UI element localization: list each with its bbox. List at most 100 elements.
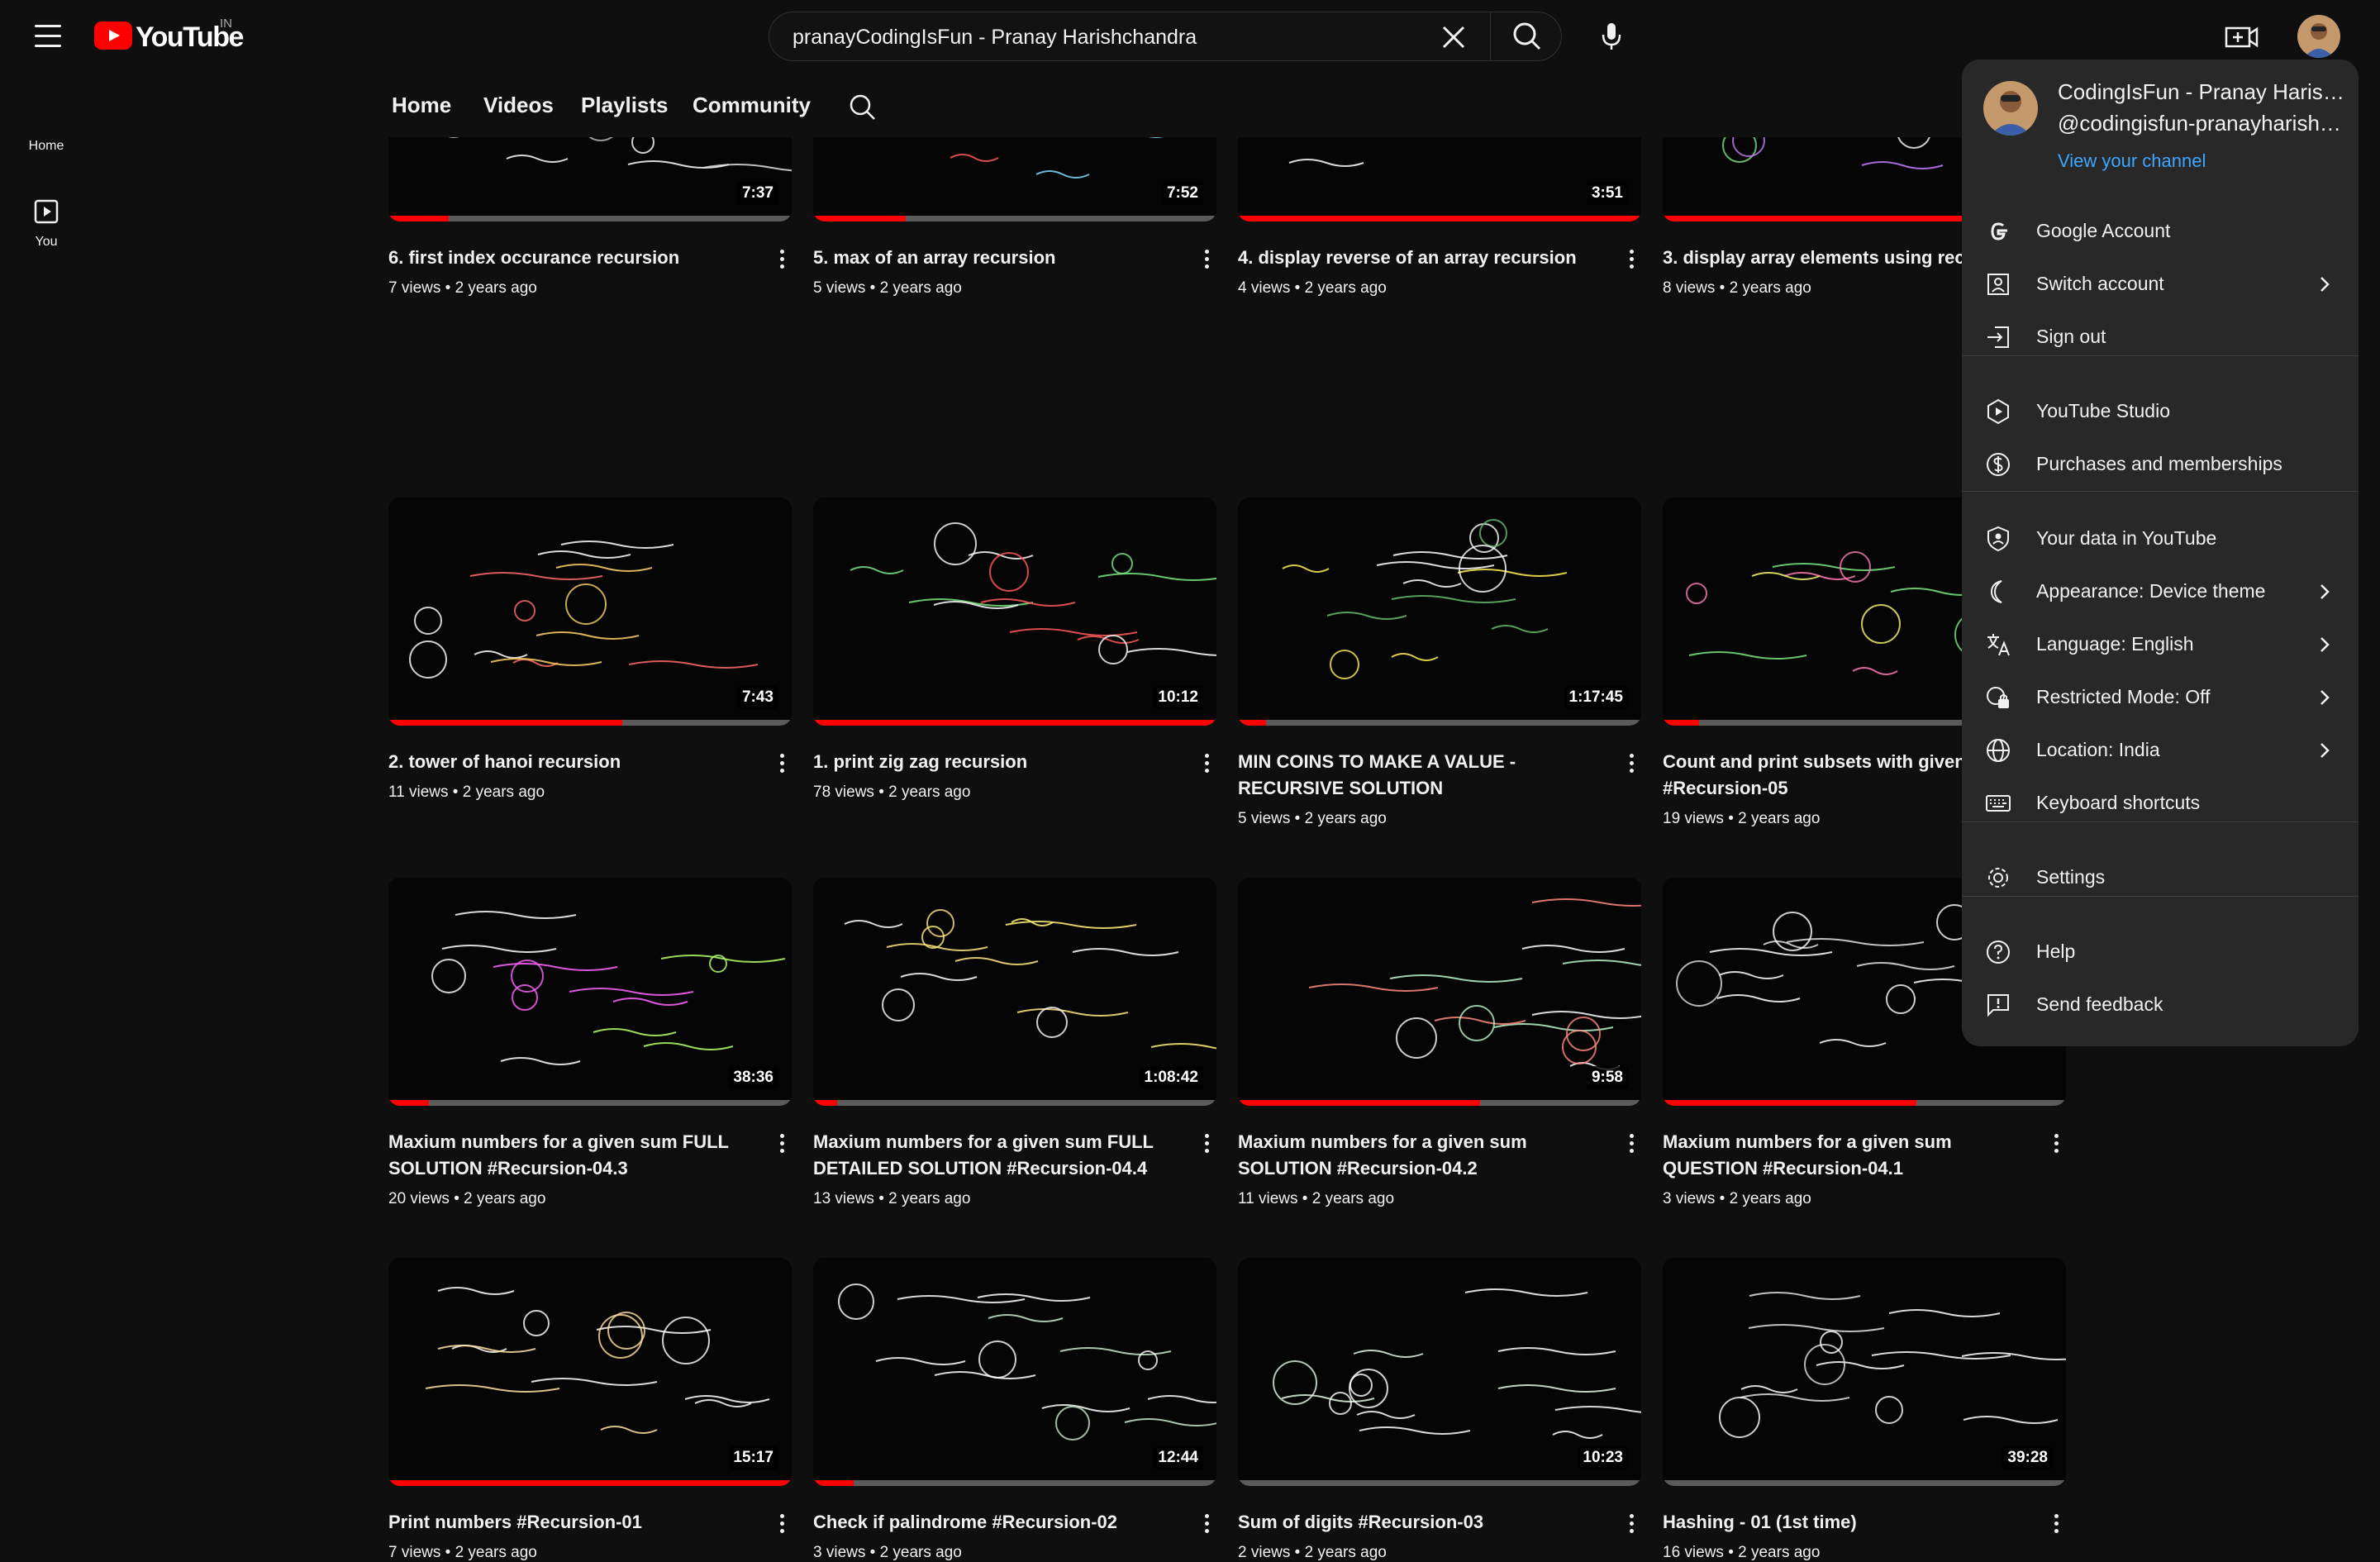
view-channel-link[interactable]: View your channel (2058, 150, 2206, 172)
tab-videos[interactable]: Videos (483, 93, 554, 118)
video-thumbnail[interactable]: 38:36 (388, 878, 792, 1106)
create-video-icon (2225, 26, 2259, 48)
watch-progress-fill (813, 720, 1216, 726)
meta-separator: • (1715, 279, 1730, 297)
guide-menu-button[interactable] (25, 18, 71, 55)
video-thumbnail[interactable]: 12:44 (813, 1258, 1216, 1486)
video-options-button[interactable] (1621, 1509, 1641, 1539)
meta-separator: • (865, 279, 880, 297)
video-options-button[interactable] (1621, 1129, 1641, 1159)
video-title[interactable]: 2. tower of hanoi recursion (388, 749, 752, 775)
voice-search-button[interactable] (1587, 12, 1636, 61)
video-metadata: 20 views • 2 years ago (388, 1190, 545, 1208)
video-title[interactable]: 5. max of an array recursion (813, 245, 1177, 271)
menu-item-your-data-in-youtube[interactable]: Your data in YouTube (1962, 512, 2359, 565)
view-count: 13 views (813, 1190, 874, 1207)
account-name: CodingIsFun - Pranay Harishchandra (2058, 79, 2347, 104)
video-options-button[interactable] (2046, 1509, 2066, 1539)
video-options-button[interactable] (1197, 245, 1216, 274)
video-options-button[interactable] (1621, 749, 1641, 779)
account-handle: @codingisfun-pranayharishchandra (2058, 111, 2347, 136)
video-options-button[interactable] (2046, 1129, 2066, 1159)
view-count: 5 views (813, 279, 866, 297)
menu-item-location-india[interactable]: Location: India (1962, 724, 2359, 777)
video-options-button[interactable] (772, 245, 792, 274)
meta-separator: • (440, 1544, 455, 1561)
menu-item-appearance-device-theme[interactable]: Appearance: Device theme (1962, 565, 2359, 618)
watch-progress-bar (388, 1480, 792, 1486)
video-options-button[interactable] (1621, 245, 1641, 274)
menu-item-send-feedback[interactable]: Send feedback (1962, 979, 2359, 1031)
video-options-button[interactable] (772, 1129, 792, 1159)
youtube-logo[interactable]: YouTube IN (94, 17, 244, 53)
video-title[interactable]: Maxium numbers for a given sum QUESTION … (1663, 1129, 2026, 1182)
guide-you[interactable]: You (0, 197, 93, 250)
menu-item-youtube-studio[interactable]: YouTube Studio (1962, 385, 2359, 438)
account-avatar-button[interactable] (2297, 15, 2340, 58)
video-thumbnail[interactable]: 7:43 (388, 498, 792, 726)
video-metadata: 5 views • 2 years ago (813, 279, 962, 298)
menu-item-settings[interactable]: Settings (1962, 851, 2359, 904)
video-title[interactable]: Hashing - 01 (1st time) (1663, 1509, 2026, 1536)
meta-separator: • (1723, 810, 1739, 827)
video-options-button[interactable] (1197, 749, 1216, 779)
create-video-button[interactable] (2221, 17, 2263, 58)
video-thumbnail[interactable]: 9:58 (1238, 878, 1641, 1106)
video-thumbnail[interactable]: 15:17 (388, 1258, 792, 1486)
video-title[interactable]: Print numbers #Recursion-01 (388, 1509, 752, 1536)
video-title[interactable]: 6. first index occurance recursion (388, 245, 752, 271)
menu-item-switch-account[interactable]: Switch account (1962, 258, 2359, 311)
video-thumbnail[interactable]: 1:08:42 (813, 878, 1216, 1106)
menu-item-language-english[interactable]: Language: English (1962, 618, 2359, 671)
video-card: 9:58 Maxium numbers for a given sum SOLUT… (1238, 878, 1641, 1207)
video-title[interactable]: Sum of digits #Recursion-03 (1238, 1509, 1602, 1536)
tab-home[interactable]: Home (392, 93, 451, 118)
video-title[interactable]: Maxium numbers for a given sum SOLUTION … (1238, 1129, 1602, 1182)
video-metadata: 11 views • 2 years ago (1238, 1190, 1394, 1208)
tab-playlists[interactable]: Playlists (581, 93, 669, 118)
video-thumbnail[interactable]: 10:12 (813, 498, 1216, 726)
menu-item-help[interactable]: Help (1962, 926, 2359, 979)
video-thumbnail[interactable]: 1:17:45 (1238, 498, 1641, 726)
menu-item-google-account[interactable]: Google Account (1962, 205, 2359, 258)
video-card: 12:44 Check if palindrome #Recursion-02 3 … (813, 1258, 1216, 1561)
video-title[interactable]: 1. print zig zag recursion (813, 749, 1177, 775)
video-title[interactable]: Maxium numbers for a given sum FULL DETA… (813, 1129, 1177, 1182)
video-options-button[interactable] (772, 1509, 792, 1539)
tab-community[interactable]: Community (693, 93, 811, 118)
menu-item-sign-out[interactable]: Sign out (1962, 311, 2359, 364)
video-title[interactable]: MIN COINS TO MAKE A VALUE - RECURSIVE SO… (1238, 749, 1602, 802)
channel-search-button[interactable] (845, 89, 881, 126)
video-duration: 7:52 (1161, 182, 1203, 205)
video-title[interactable]: Maxium numbers for a given sum FULL SOLU… (388, 1129, 752, 1182)
video-metadata: 7 views • 2 years ago (388, 1544, 537, 1562)
menu-item-restricted-mode-off[interactable]: Restricted Mode: Off (1962, 671, 2359, 724)
video-options-button[interactable] (1197, 1509, 1216, 1539)
view-count: 3 views (1663, 1190, 1716, 1207)
clear-search-icon[interactable] (1437, 21, 1470, 54)
upload-age: 2 years ago (464, 1190, 546, 1207)
search-button[interactable] (1495, 12, 1561, 60)
video-thumbnail[interactable]: 10:23 (1238, 1258, 1641, 1486)
view-count: 19 views (1663, 810, 1724, 827)
search-input[interactable] (791, 12, 1373, 62)
menu-item-keyboard-shortcuts[interactable]: Keyboard shortcuts (1962, 777, 2359, 830)
video-duration: 38:36 (728, 1066, 778, 1089)
watch-progress-bar (813, 720, 1216, 726)
video-title[interactable]: Check if palindrome #Recursion-02 (813, 1509, 1177, 1536)
upload-age: 2 years ago (879, 279, 962, 297)
menu-item-label: Send feedback (2036, 993, 2163, 1015)
video-metadata: 16 views • 2 years ago (1663, 1544, 1820, 1562)
video-metadata: 78 views • 2 years ago (813, 783, 970, 802)
video-options-button[interactable] (772, 749, 792, 779)
video-thumbnail[interactable]: 39:28 (1663, 1258, 2066, 1486)
country-code: IN (220, 17, 232, 31)
menu-item-purchases-and-memberships[interactable]: Purchases and memberships (1962, 438, 2359, 491)
view-count: 5 views (1238, 810, 1291, 827)
youtube-play-icon (94, 21, 132, 50)
video-title[interactable]: 4. display reverse of an array recursion (1238, 245, 1602, 271)
video-options-button[interactable] (1197, 1129, 1216, 1159)
video-metadata: 3 views • 2 years ago (813, 1544, 962, 1562)
video-metadata: 19 views • 2 years ago (1663, 810, 1820, 828)
view-count: 7 views (388, 279, 441, 297)
